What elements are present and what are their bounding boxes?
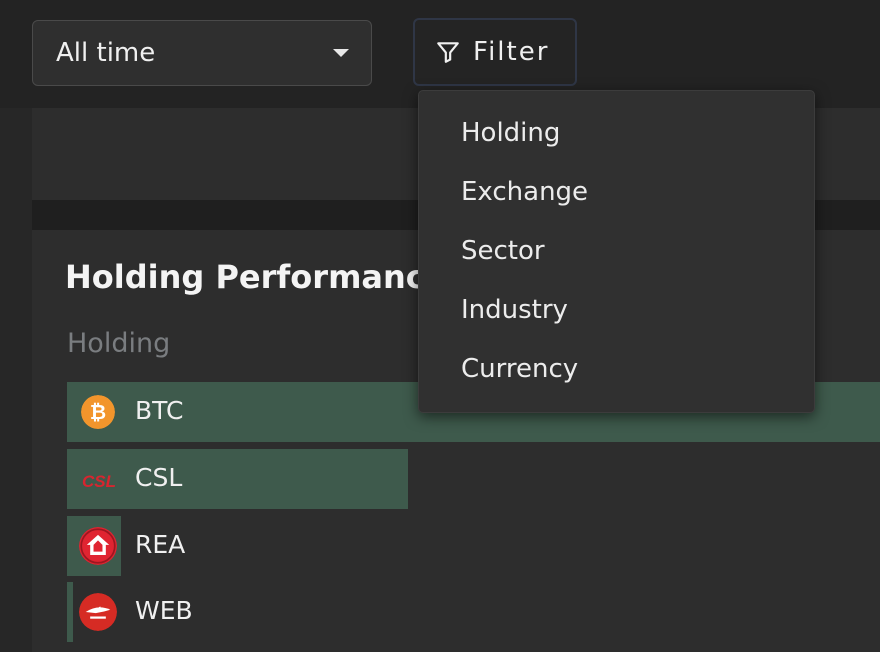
holding-ticker: REA	[135, 530, 186, 559]
filter-button[interactable]: Filter	[413, 18, 577, 86]
holding-ticker: WEB	[135, 596, 193, 625]
csl-logo-icon: CSL	[82, 472, 116, 491]
rea-logo-icon	[79, 527, 117, 565]
svg-text:CSL: CSL	[82, 472, 116, 491]
filter-label: Filter	[473, 37, 550, 67]
performance-bar	[67, 582, 73, 642]
holding-row-csl[interactable]: CSL CSL	[67, 449, 880, 509]
column-header-holding: Holding	[67, 328, 171, 359]
caret-down-icon	[333, 49, 349, 57]
holding-row-web[interactable]: WEB	[67, 582, 880, 642]
filter-option-sector[interactable]: Sector	[419, 221, 814, 280]
card-title: Holding Performance	[65, 258, 447, 296]
funnel-icon	[437, 42, 459, 63]
time-range-select[interactable]: All time	[32, 20, 372, 86]
filter-option-industry[interactable]: Industry	[419, 280, 814, 339]
time-range-value: All time	[56, 38, 156, 68]
holding-row-rea[interactable]: REA	[67, 516, 880, 576]
bitcoin-logo-icon: ₿	[81, 395, 115, 429]
holding-ticker: CSL	[135, 463, 183, 492]
filter-option-exchange[interactable]: Exchange	[419, 162, 814, 221]
web-logo-icon	[79, 593, 117, 631]
filter-dropdown-menu: Holding Exchange Sector Industry Currenc…	[418, 90, 815, 413]
svg-text:₿: ₿	[90, 400, 106, 424]
filter-option-holding[interactable]: Holding	[419, 103, 814, 162]
filter-option-currency[interactable]: Currency	[419, 339, 814, 398]
holding-ticker: BTC	[135, 396, 184, 425]
left-gutter	[0, 108, 32, 652]
